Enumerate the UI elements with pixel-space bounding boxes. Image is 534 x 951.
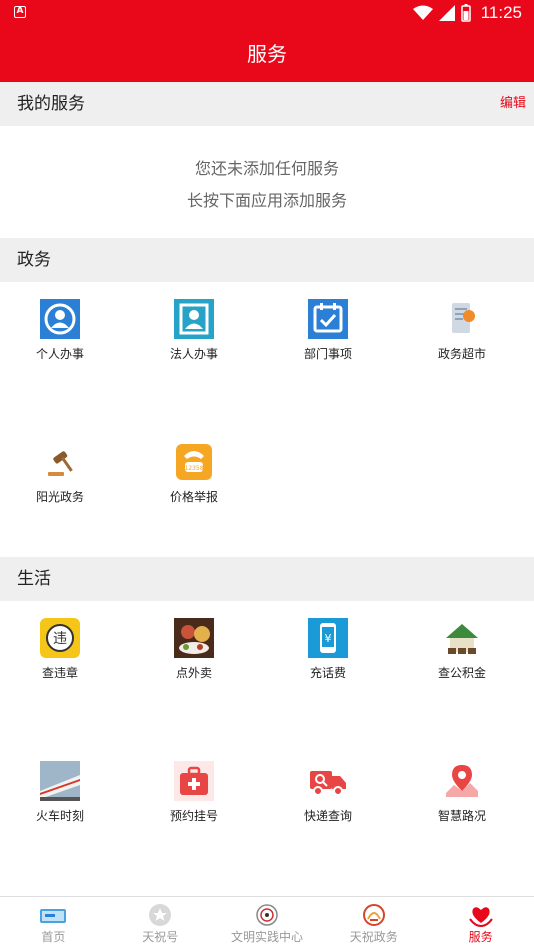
empty-line-1: 您还未添加任何服务 [194,159,339,178]
label-personal-affairs: 个人办事 [35,347,84,361]
service-price-report[interactable]: 12358 价格举报 [127,442,261,504]
battery-icon [460,4,471,22]
empty-line-2: 长按下面应用添加服务 [186,191,347,210]
legal-person-icon [174,299,214,339]
life-section-header: 生活 [0,557,534,601]
phone-recharge-icon: ¥ [308,618,348,658]
tab-services[interactable]: 服务 [427,897,534,951]
service-housing-fund[interactable]: 查公积金 [395,618,529,680]
price-hotline-icon: 12358 [176,444,212,480]
map-pin-icon [446,765,478,797]
edit-button[interactable]: 编辑 [500,82,526,126]
svg-text:¥: ¥ [325,632,332,645]
service-train[interactable]: 火车时刻 [0,761,127,823]
bottom-tab-bar: 首页 天祝号 文明实践中心 天祝政务 服务 [0,896,534,950]
signal-icon [438,5,455,21]
gov-section-header: 政务 [0,238,534,282]
personal-affairs-icon [40,299,80,339]
tab-tianzhu-hao[interactable]: 天祝号 [107,897,214,951]
label-train: 火车时刻 [35,809,84,823]
status-bar: A 11:25 [0,0,534,26]
gavel-icon [48,451,73,476]
tab-tianzhu-gov-label: 天祝政务 [349,930,398,944]
status-icons: 11:25 [412,3,522,23]
label-price-report: 价格举报 [169,490,218,504]
service-legal-person[interactable]: 法人办事 [127,299,261,361]
service-gov-market[interactable]: 政务超市 [395,299,529,361]
app-bar: 服务 [0,26,534,82]
service-food-delivery[interactable]: 点外卖 [127,618,261,680]
medical-kit-icon [174,761,214,801]
tab-home-label: 首页 [41,930,66,944]
life-section-title: 生活 [17,569,51,589]
traffic-violation-icon: 违 [40,618,80,658]
label-express-query: 快递查询 [303,809,352,823]
empty-services-message: 您还未添加任何服务 长按下面应用添加服务 [0,126,534,238]
label-smart-traffic: 智慧路况 [437,809,486,823]
service-personal-affairs[interactable]: 个人办事 [0,299,127,361]
label-legal-person: 法人办事 [169,347,218,361]
train-icon [40,761,80,801]
department-calendar-icon [308,299,348,339]
wifi-icon [412,5,433,20]
label-sunshine-gov: 阳光政务 [35,490,84,504]
svg-text:违: 违 [53,631,67,647]
tab-tianzhu-hao-label: 天祝号 [142,930,179,944]
star-badge-icon [149,904,172,926]
gov-logo-icon [362,904,385,926]
housing-fund-icon [446,624,478,654]
sim-icon: A [14,6,26,18]
tab-home[interactable]: 首页 [0,897,107,951]
label-housing-fund: 查公积金 [437,666,486,680]
clock: 11:25 [480,3,522,22]
service-sunshine-gov[interactable]: 阳光政务 [0,442,127,504]
label-food-delivery: 点外卖 [175,666,212,680]
service-hospital-booking[interactable]: 预约挂号 [127,761,261,823]
heart-hands-icon [468,907,493,927]
tab-civilization-center[interactable]: 文明实践中心 [214,897,321,951]
tab-tianzhu-gov[interactable]: 天祝政务 [320,897,427,951]
gov-section-title: 政务 [17,250,51,270]
home-icon [40,909,67,923]
food-delivery-icon [174,618,214,658]
gov-market-icon [452,303,475,333]
service-traffic-violation[interactable]: 违 查违章 [0,618,127,680]
my-services-header: 我的服务 编辑 [0,82,534,126]
my-services-title: 我的服务 [17,94,85,114]
label-traffic-violation: 查违章 [41,666,78,680]
label-gov-market: 政务超市 [437,347,486,361]
tab-services-label: 服务 [468,930,493,944]
service-express-query[interactable]: 快递查询 [261,761,395,823]
label-department: 部门事项 [303,347,352,361]
delivery-truck-icon [310,771,346,796]
label-hospital-booking: 预约挂号 [169,809,218,823]
tab-civilization-center-label: 文明实践中心 [230,930,303,944]
service-department[interactable]: 部门事项 [261,299,395,361]
label-phone-recharge: 充话费 [309,666,346,680]
page-title: 服务 [247,42,287,66]
svg-text:12358: 12358 [184,465,203,472]
service-phone-recharge[interactable]: ¥ 充话费 [261,618,395,680]
emblem-icon [256,904,278,926]
service-smart-traffic[interactable]: 智慧路况 [395,761,529,823]
